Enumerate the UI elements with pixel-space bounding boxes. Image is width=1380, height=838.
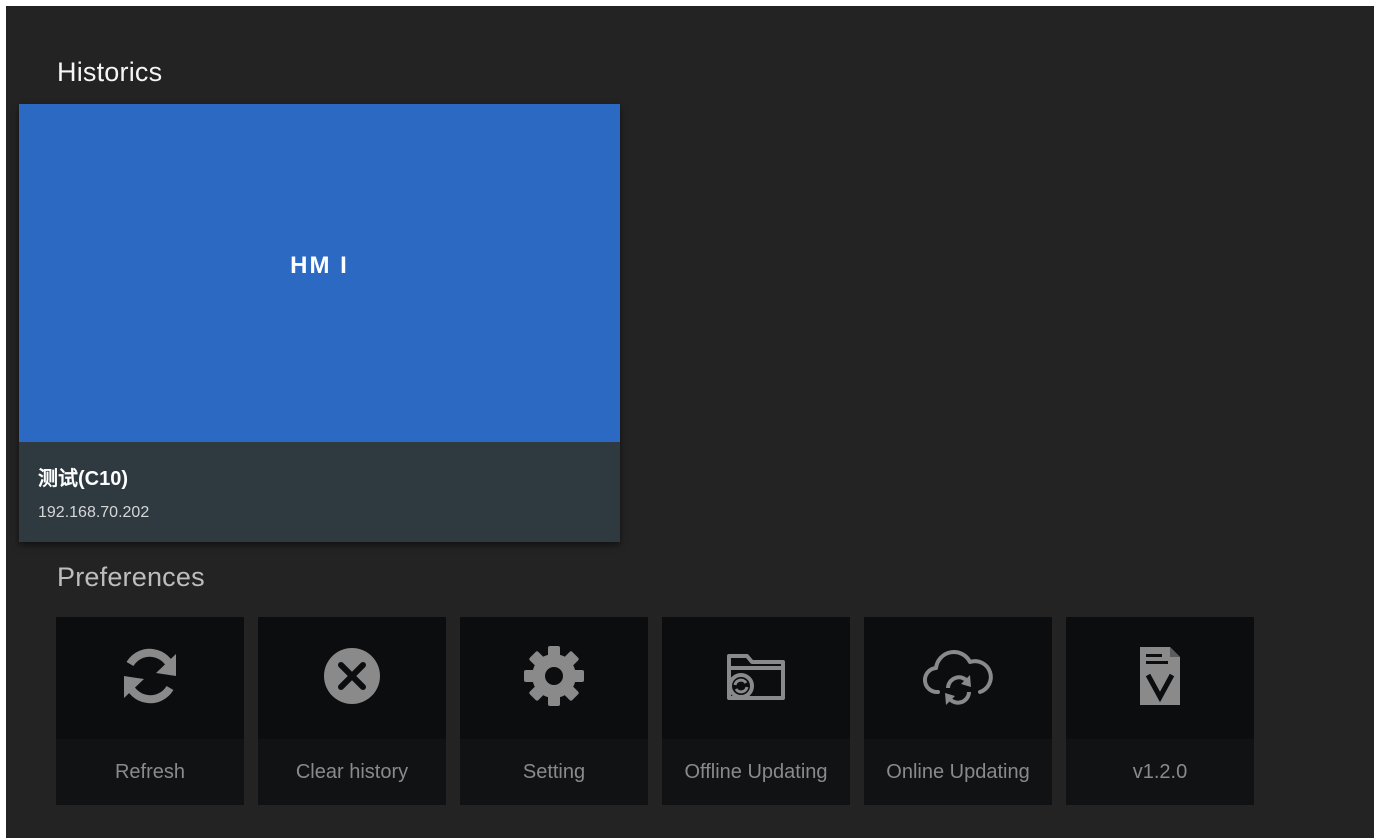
setting-button[interactable]: Setting xyxy=(460,617,648,805)
online-updating-label: Online Updating xyxy=(864,739,1052,805)
card-device-name: 测试(C10) xyxy=(38,468,129,490)
offline-updating-button[interactable]: Offline Updating xyxy=(662,617,850,805)
card-preview-label: HM I xyxy=(290,252,349,279)
cloud-sync-icon xyxy=(923,650,993,705)
historics-title: Historics xyxy=(57,57,163,87)
clear-history-button[interactable]: Clear history xyxy=(258,617,446,805)
refresh-button[interactable]: Refresh xyxy=(56,617,244,805)
version-label: v1.2.0 xyxy=(1066,739,1254,805)
folder-sync-icon xyxy=(727,654,785,700)
clear-history-label: Clear history xyxy=(258,739,446,805)
card-info: 测试(C10) 192.168.70.202 xyxy=(19,442,620,542)
refresh-label: Refresh xyxy=(56,739,244,805)
version-button[interactable]: v1.2.0 xyxy=(1066,617,1254,805)
setting-label: Setting xyxy=(460,739,648,805)
offline-updating-label: Offline Updating xyxy=(662,739,850,805)
preferences-title: Preferences xyxy=(57,562,205,592)
gear-icon xyxy=(524,646,584,706)
clear-circle-icon xyxy=(324,648,380,704)
history-card[interactable]: HM I 测试(C10) 192.168.70.202 xyxy=(19,104,620,542)
card-preview: HM I xyxy=(19,104,620,442)
card-device-ip: 192.168.70.202 xyxy=(38,504,150,521)
online-updating-button[interactable]: Online Updating xyxy=(864,617,1052,805)
version-document-icon xyxy=(1140,647,1180,705)
refresh-icon xyxy=(124,648,176,704)
